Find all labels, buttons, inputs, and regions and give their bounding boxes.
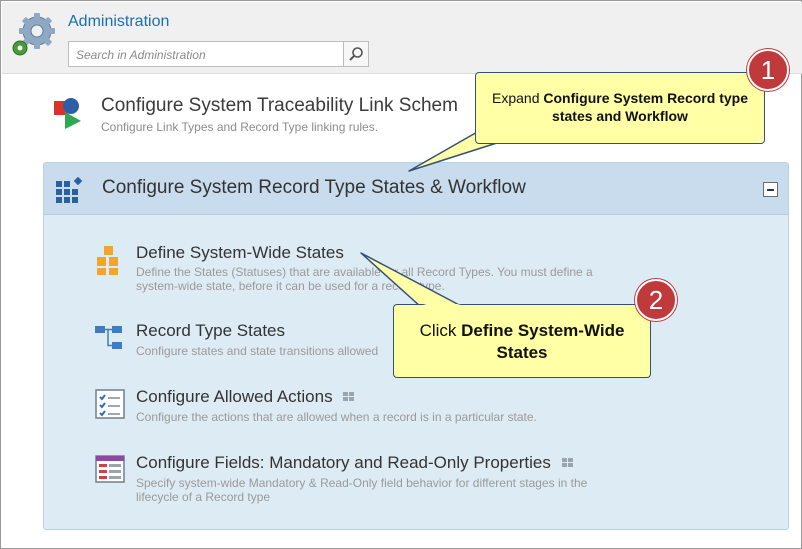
link-schema-description: Configure Link Types and Record Type lin…	[101, 120, 379, 134]
page-title[interactable]: Administration	[68, 13, 169, 31]
header: Administration Search in Administration	[2, 2, 802, 74]
callout-text: Expand	[492, 90, 544, 106]
search-button[interactable]	[343, 41, 369, 67]
admin-window: Administration Search in Administration …	[0, 0, 802, 549]
item-description: system-wide state, before it can be used…	[136, 279, 445, 293]
callout-1: Expand Configure System Record type stat…	[475, 72, 765, 144]
link-schema-icon	[54, 98, 81, 129]
state-tree-icon	[95, 326, 122, 349]
callout-2: Click Define System-Wide States	[393, 304, 651, 378]
grid-icon	[561, 458, 573, 467]
form-fields-icon	[95, 455, 125, 483]
grid-icon	[343, 392, 355, 401]
checklist-icon	[95, 389, 125, 419]
item-description: Define the States (Statuses) that are av…	[136, 265, 593, 279]
item-title-text: Configure Fields: Mandatory and Read-Onl…	[136, 453, 551, 472]
section-header[interactable]: Configure System Record Type States & Wo…	[44, 163, 788, 215]
step-badge-1: 1	[747, 49, 789, 91]
configure-fields-link[interactable]: Configure Fields: Mandatory and Read-Onl…	[136, 453, 573, 473]
item-title-text: Configure Allowed Actions	[136, 387, 333, 406]
callout-bold-text: Define System-Wide States	[461, 321, 625, 362]
callout-bold-text: Configure System Record type states and …	[543, 90, 748, 124]
item-description: Specify system-wide Mandatory & Read-Onl…	[136, 476, 588, 490]
link-schema-title[interactable]: Configure System Traceability Link Schem	[101, 95, 458, 117]
configure-allowed-actions-link[interactable]: Configure Allowed Actions	[136, 387, 355, 407]
search-input[interactable]: Search in Administration	[68, 41, 344, 67]
callout-text: Click	[419, 321, 462, 340]
item-description: Configure the actions that are allowed w…	[136, 410, 537, 424]
boxes-icon	[97, 246, 118, 275]
section-title[interactable]: Configure System Record Type States & Wo…	[102, 177, 526, 199]
workflow-grid-icon	[56, 177, 83, 203]
record-type-states-link[interactable]: Record Type States	[136, 321, 285, 341]
gears-icon	[12, 13, 55, 56]
search-icon	[349, 47, 363, 61]
item-description: lifecycle of a Record type	[136, 490, 271, 504]
minus-icon	[767, 188, 774, 191]
collapse-button[interactable]	[763, 182, 778, 197]
step-badge-2: 2	[635, 279, 677, 321]
define-system-wide-states-link[interactable]: Define System-Wide States	[136, 243, 344, 263]
